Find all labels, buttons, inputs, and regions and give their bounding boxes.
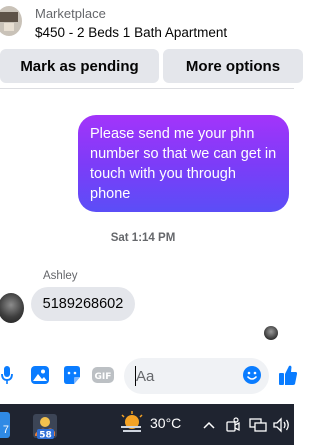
outgoing-message[interactable]: Please send me your phn number so that w… xyxy=(78,115,289,212)
header-divider xyxy=(0,88,294,89)
gif-icon[interactable]: GIF xyxy=(92,365,114,385)
message-input[interactable] xyxy=(136,366,236,386)
message-timestamp: Sat 1:14 PM xyxy=(110,232,176,244)
temperature-text[interactable]: 30°C xyxy=(150,415,181,431)
taskbar-app-icon[interactable]: 58 xyxy=(31,412,59,441)
sticker-icon[interactable] xyxy=(62,365,82,385)
photo-icon[interactable] xyxy=(30,365,50,385)
gif-label: GIF xyxy=(95,372,112,382)
listing-title[interactable]: $450 - 2 Beds 1 Bath Apartment xyxy=(35,25,227,40)
house-window xyxy=(4,23,14,31)
more-options-button[interactable]: More options xyxy=(163,49,303,83)
incoming-message[interactable]: 5189268602 xyxy=(31,287,135,321)
listing-thumbnail[interactable] xyxy=(0,6,22,36)
volume-icon[interactable] xyxy=(272,416,292,434)
conversation-header: Marketplace $450 - 2 Beds 1 Bath Apartme… xyxy=(0,0,294,46)
weather-icon[interactable] xyxy=(118,411,144,435)
emoji-icon[interactable] xyxy=(242,365,262,385)
microphone-icon[interactable] xyxy=(0,365,14,385)
taskbar-app-badge: 58 xyxy=(39,431,52,441)
chevron-up-icon[interactable] xyxy=(202,416,216,434)
header-subtitle: Marketplace xyxy=(35,6,106,21)
seen-indicator-avatar xyxy=(264,326,278,340)
meet-now-icon[interactable] xyxy=(224,416,242,434)
network-icon[interactable] xyxy=(249,416,267,434)
message-composer: GIF xyxy=(0,350,298,402)
taskbar-app-left[interactable]: 7 xyxy=(0,412,10,438)
thumbs-up-icon[interactable] xyxy=(279,364,298,386)
sender-name: Ashley xyxy=(43,270,78,282)
windows-taskbar: 7 58 30°C xyxy=(0,404,294,445)
house-image xyxy=(0,12,18,22)
mark-as-pending-button[interactable]: Mark as pending xyxy=(0,49,159,83)
sender-avatar[interactable] xyxy=(0,293,24,323)
text-caret xyxy=(135,366,136,386)
